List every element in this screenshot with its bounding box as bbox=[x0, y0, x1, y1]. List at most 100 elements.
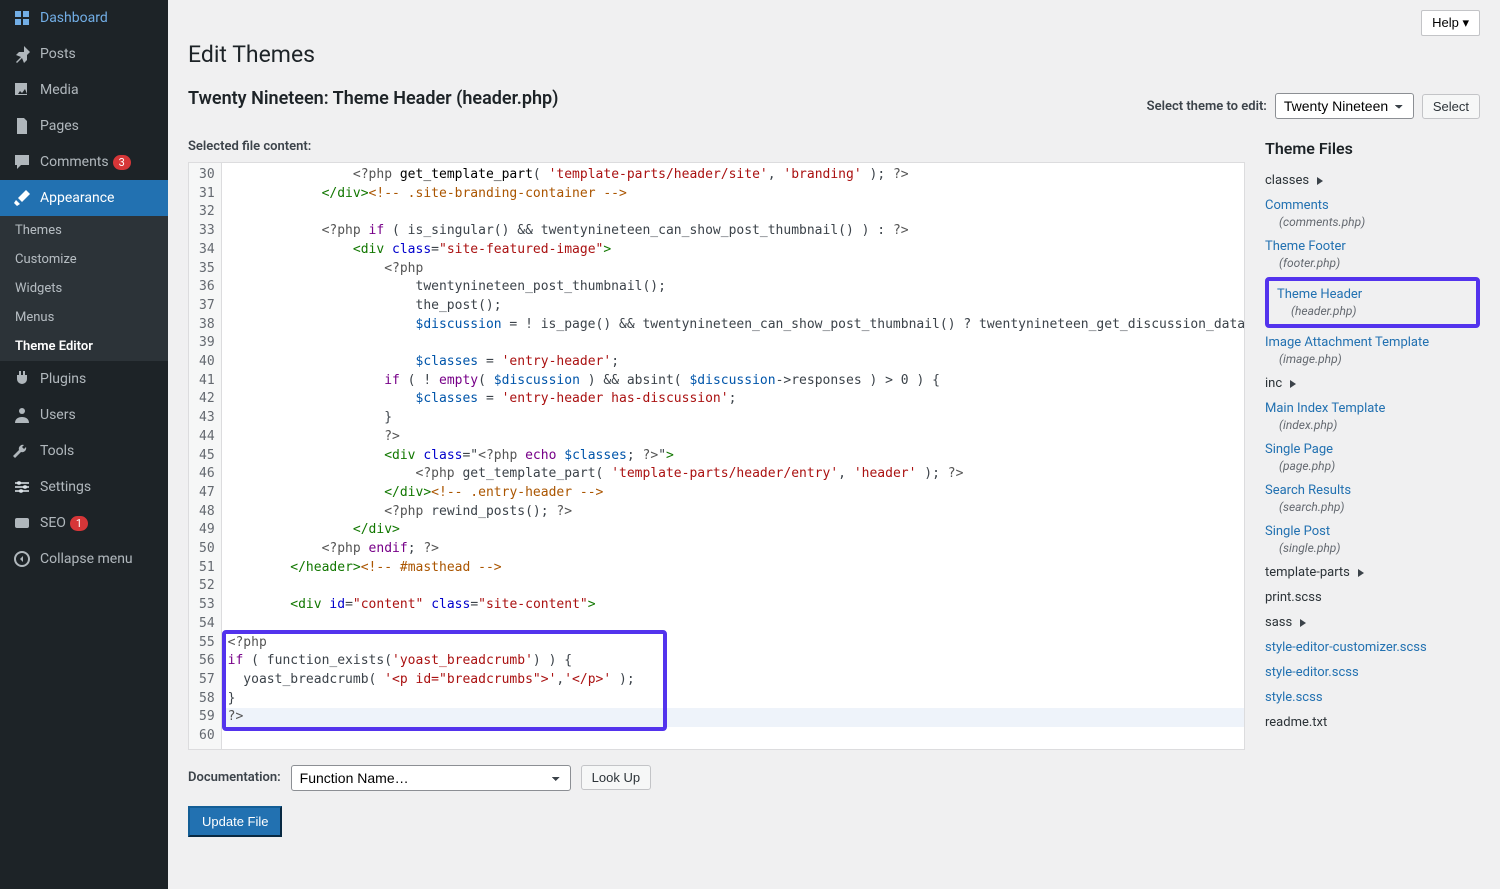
code-line[interactable]: $classes = 'entry-header has-discussion'… bbox=[222, 390, 1244, 409]
code-line[interactable]: <?php endif; ?> bbox=[222, 540, 1244, 559]
code-line[interactable]: <?php bbox=[222, 260, 1244, 279]
sidebar-item-appearance[interactable]: Appearance bbox=[0, 180, 168, 216]
file-item[interactable]: readme.txt bbox=[1265, 710, 1480, 735]
file-item[interactable]: Search Results (search.php) bbox=[1265, 478, 1480, 519]
code-line[interactable]: </header><!-- #masthead --> bbox=[222, 559, 1244, 578]
file-item[interactable]: style.scss bbox=[1265, 685, 1480, 710]
file-link[interactable]: Single Page bbox=[1265, 442, 1333, 457]
sidebar-item-tools[interactable]: Tools bbox=[0, 433, 168, 469]
file-item[interactable]: Image Attachment Template(image.php) bbox=[1265, 330, 1480, 371]
file-item[interactable]: Theme Header(header.php) bbox=[1265, 277, 1480, 328]
file-item[interactable]: Theme Footer(footer.php) bbox=[1265, 234, 1480, 275]
file-link[interactable]: style-editor-customizer.scss bbox=[1265, 640, 1427, 655]
sidebar-item-plugins[interactable]: Plugins bbox=[0, 361, 168, 397]
theme-select-button[interactable]: Select bbox=[1422, 94, 1480, 119]
sidebar-subitem-menus[interactable]: Menus bbox=[0, 303, 168, 332]
code-line[interactable]: <?php get_template_part( 'template-parts… bbox=[222, 166, 1244, 185]
file-link[interactable]: Theme Footer bbox=[1265, 239, 1346, 254]
file-item[interactable]: style-editor-customizer.scss bbox=[1265, 635, 1480, 660]
sidebar-item-collapse-menu[interactable]: Collapse menu bbox=[0, 541, 168, 577]
file-name: (search.php) bbox=[1279, 500, 1480, 514]
code-line[interactable]: <?php if ( is_singular() && twentyninete… bbox=[222, 222, 1244, 241]
sidebar-subitem-widgets[interactable]: Widgets bbox=[0, 274, 168, 303]
code-line[interactable]: <div class="site-featured-image"> bbox=[222, 241, 1244, 260]
file-item[interactable]: Single Page(page.php) bbox=[1265, 437, 1480, 478]
sidebar-subitem-theme-editor[interactable]: Theme Editor bbox=[0, 332, 168, 361]
file-item[interactable]: template-parts bbox=[1265, 560, 1480, 585]
code-line[interactable]: <?php bbox=[222, 634, 1244, 653]
help-button[interactable]: Help ▾ bbox=[1421, 10, 1480, 36]
file-link[interactable]: Single Post bbox=[1265, 524, 1330, 539]
file-item[interactable]: classes bbox=[1265, 168, 1480, 193]
code-line[interactable]: </div><!-- .entry-header --> bbox=[222, 484, 1244, 503]
code-lines[interactable]: <?php get_template_part( 'template-parts… bbox=[222, 163, 1244, 749]
lookup-button[interactable]: Look Up bbox=[581, 765, 651, 790]
sidebar-subitem-customize[interactable]: Customize bbox=[0, 245, 168, 274]
sidebar-item-settings[interactable]: Settings bbox=[0, 469, 168, 505]
sidebar-item-label: SEO bbox=[40, 515, 66, 531]
file-label: readme.txt bbox=[1265, 715, 1327, 730]
code-line[interactable] bbox=[222, 615, 1244, 634]
sidebar-item-posts[interactable]: Posts bbox=[0, 36, 168, 72]
file-item[interactable]: print.scss bbox=[1265, 585, 1480, 610]
code-line[interactable]: </div><!-- .site-branding-container --> bbox=[222, 185, 1244, 204]
file-item[interactable]: inc bbox=[1265, 371, 1480, 396]
code-line[interactable]: } bbox=[222, 690, 1244, 709]
wrench-icon bbox=[12, 441, 32, 461]
code-line[interactable] bbox=[222, 727, 1244, 746]
sidebar-item-label: Comments bbox=[40, 154, 109, 170]
file-label: print.scss bbox=[1265, 590, 1322, 605]
sidebar-item-pages[interactable]: Pages bbox=[0, 108, 168, 144]
code-editor[interactable]: 3031323334353637383940414243444546474849… bbox=[188, 162, 1245, 750]
file-link[interactable]: Image Attachment Template bbox=[1265, 335, 1429, 350]
code-line[interactable]: <div class="<?php echo $classes; ?>"> bbox=[222, 447, 1244, 466]
code-line[interactable]: ?> bbox=[222, 428, 1244, 447]
code-line[interactable]: the_post(); bbox=[222, 297, 1244, 316]
sidebar-item-users[interactable]: Users bbox=[0, 397, 168, 433]
file-link[interactable]: style-editor.scss bbox=[1265, 665, 1359, 680]
file-name: (single.php) bbox=[1279, 541, 1480, 555]
theme-select-label: Select theme to edit: bbox=[1147, 99, 1267, 114]
dashboard-icon bbox=[12, 8, 32, 28]
code-line[interactable] bbox=[222, 334, 1244, 353]
folder-label: inc bbox=[1265, 376, 1282, 391]
chevron-right-icon bbox=[1290, 380, 1296, 388]
user-icon bbox=[12, 405, 32, 425]
code-line[interactable]: </div> bbox=[222, 521, 1244, 540]
file-item[interactable]: style-editor.scss bbox=[1265, 660, 1480, 685]
code-line[interactable] bbox=[222, 203, 1244, 222]
code-line[interactable]: ?> bbox=[222, 708, 1244, 727]
code-line[interactable]: twentynineteen_post_thumbnail(); bbox=[222, 278, 1244, 297]
plug-icon bbox=[12, 369, 32, 389]
sidebar-item-media[interactable]: Media bbox=[0, 72, 168, 108]
sidebar-item-comments[interactable]: Comments3 bbox=[0, 144, 168, 180]
code-line[interactable]: if ( function_exists('yoast_breadcrumb')… bbox=[222, 652, 1244, 671]
code-line[interactable] bbox=[222, 577, 1244, 596]
file-link[interactable]: Main Index Template bbox=[1265, 401, 1385, 416]
code-line[interactable]: <?php get_template_part( 'template-parts… bbox=[222, 465, 1244, 484]
documentation-select[interactable]: Function Name… bbox=[291, 765, 571, 791]
file-item[interactable]: sass bbox=[1265, 610, 1480, 635]
sidebar-item-label: Pages bbox=[40, 118, 79, 134]
badge: 1 bbox=[70, 516, 88, 531]
file-item[interactable]: Main Index Template(index.php) bbox=[1265, 396, 1480, 437]
file-link[interactable]: Comments bbox=[1265, 198, 1329, 213]
file-link[interactable]: style.scss bbox=[1265, 690, 1323, 705]
sidebar-item-dashboard[interactable]: Dashboard bbox=[0, 0, 168, 36]
file-item[interactable]: Comments(comments.php) bbox=[1265, 193, 1480, 234]
chevron-right-icon bbox=[1300, 619, 1306, 627]
file-item[interactable]: Single Post (single.php) bbox=[1265, 519, 1480, 560]
code-line[interactable]: $classes = 'entry-header'; bbox=[222, 353, 1244, 372]
code-line[interactable]: if ( ! empty( $discussion ) && absint( $… bbox=[222, 372, 1244, 391]
code-line[interactable]: <div id="content" class="site-content"> bbox=[222, 596, 1244, 615]
sidebar-subitem-themes[interactable]: Themes bbox=[0, 216, 168, 245]
code-line[interactable]: $discussion = ! is_page() && twentyninet… bbox=[222, 316, 1244, 335]
update-file-button[interactable]: Update File bbox=[188, 806, 282, 837]
code-line[interactable]: } bbox=[222, 409, 1244, 428]
code-line[interactable]: yoast_breadcrumb( '<p id="breadcrumbs">'… bbox=[222, 671, 1244, 690]
sidebar-item-seo[interactable]: SEO 1 bbox=[0, 505, 168, 541]
file-link[interactable]: Search Results bbox=[1265, 483, 1351, 498]
code-line[interactable]: <?php rewind_posts(); ?> bbox=[222, 503, 1244, 522]
file-link[interactable]: Theme Header bbox=[1277, 287, 1362, 302]
theme-select[interactable]: Twenty Nineteen bbox=[1275, 93, 1414, 119]
